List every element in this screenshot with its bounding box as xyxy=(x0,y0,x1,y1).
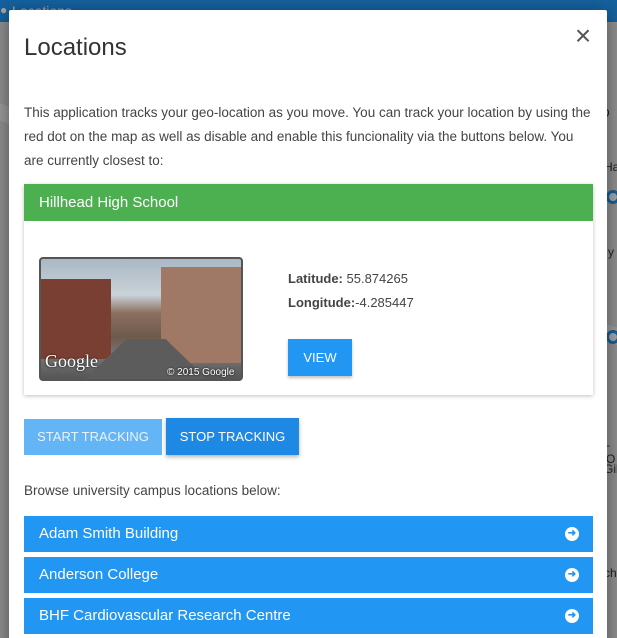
longitude: Longitude:-4.285447 xyxy=(288,295,414,310)
google-logo: Google xyxy=(45,351,98,371)
latitude: Latitude: 55.874265 xyxy=(288,271,408,286)
intro-text: This application tracks your geo-locatio… xyxy=(24,105,591,168)
latitude-label: Latitude: xyxy=(288,271,343,286)
list-item[interactable]: BHF Cardiovascular Research Centre ➜ xyxy=(24,598,593,634)
longitude-label: Longitude: xyxy=(288,295,356,310)
street-view-building xyxy=(41,279,111,359)
list-item[interactable]: Adam Smith Building ➜ xyxy=(24,516,593,552)
arrow-right-circle-icon: ➜ xyxy=(565,527,579,541)
list-item-label: Adam Smith Building xyxy=(39,525,179,542)
arrow-right-circle-icon: ➜ xyxy=(565,568,579,582)
latitude-value: 55.874265 xyxy=(342,271,408,286)
start-tracking-button[interactable]: START TRACKING xyxy=(24,419,162,455)
view-button[interactable]: VIEW xyxy=(288,339,352,376)
list-item[interactable]: Anderson College ➜ xyxy=(24,557,593,593)
closest-location-card: Hillhead High School Google © 2015 Googl… xyxy=(24,184,593,395)
browse-label: Browse university campus locations below… xyxy=(24,483,281,498)
modal-title: Locations xyxy=(24,34,127,61)
stop-tracking-button[interactable]: STOP TRACKING xyxy=(166,418,299,455)
list-item-label: BHF Cardiovascular Research Centre xyxy=(39,607,291,624)
close-icon[interactable]: × xyxy=(569,22,597,50)
longitude-value: -4.285447 xyxy=(355,295,414,310)
arrow-right-circle-icon: ➜ xyxy=(565,609,579,623)
street-view-image: Google © 2015 Google xyxy=(39,257,243,381)
image-copyright: © 2015 Google xyxy=(167,367,235,378)
locations-modal: Locations × This application tracks your… xyxy=(9,10,607,638)
list-item-label: Anderson College xyxy=(39,566,159,583)
campus-location-list: Adam Smith Building ➜ Anderson College ➜… xyxy=(24,516,593,638)
location-name: Hillhead High School xyxy=(24,184,593,221)
